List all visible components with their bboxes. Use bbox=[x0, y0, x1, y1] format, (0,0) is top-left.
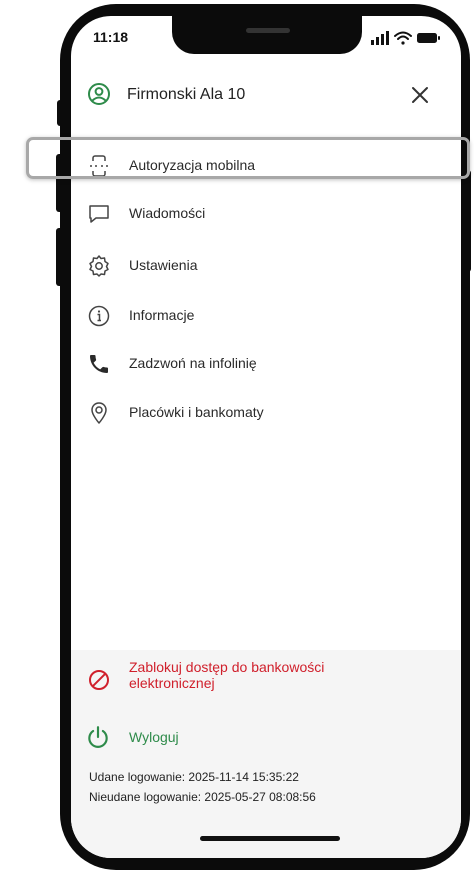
menu-item-label: Zadzwoń na infolinię bbox=[129, 355, 257, 371]
close-icon[interactable] bbox=[410, 85, 430, 105]
wifi-icon bbox=[394, 31, 412, 45]
notch bbox=[172, 16, 362, 54]
menu-item-settings[interactable]: Ustawienia bbox=[71, 244, 461, 288]
home-indicator[interactable] bbox=[200, 836, 340, 841]
info-icon bbox=[88, 305, 110, 327]
menu-item-label: Informacje bbox=[129, 307, 195, 323]
status-icons bbox=[371, 31, 440, 45]
menu-item-label: Placówki i bankomaty bbox=[129, 404, 264, 420]
highlight-frame bbox=[26, 137, 470, 179]
login-info: Udane logowanie: 2025-11-14 15:35:22 Nie… bbox=[71, 762, 461, 858]
speaker bbox=[246, 28, 290, 33]
signal-icon bbox=[371, 31, 389, 45]
phone-icon bbox=[90, 355, 108, 373]
message-icon bbox=[89, 205, 109, 223]
last-failed-login: Nieudane logowanie: 2025-05-27 08:08:56 bbox=[89, 790, 316, 804]
menu-item-call-hotline[interactable]: Zadzwoń na infolinię bbox=[71, 342, 461, 386]
menu-item-branches-atms[interactable]: Placówki i bankomaty bbox=[71, 391, 461, 435]
menu-item-messages[interactable]: Wiadomości bbox=[71, 192, 461, 236]
menu-item-label: Ustawienia bbox=[129, 257, 198, 273]
status-time: 11:18 bbox=[93, 29, 129, 45]
logout-label: Wyloguj bbox=[129, 729, 179, 745]
user-circle-icon bbox=[88, 83, 110, 105]
user-name: Firmonski Ala 10 bbox=[127, 86, 246, 103]
gear-icon bbox=[89, 255, 109, 277]
menu-item-information[interactable]: Informacje bbox=[71, 294, 461, 338]
block-access-button[interactable]: Zablokuj dostęp do bankowości elektronic… bbox=[71, 650, 461, 712]
location-pin-icon bbox=[91, 402, 107, 424]
block-icon bbox=[89, 670, 109, 690]
last-successful-login: Udane logowanie: 2025-11-14 15:35:22 bbox=[89, 770, 299, 784]
power-icon bbox=[88, 726, 108, 748]
block-access-label: Zablokuj dostęp do bankowości elektronic… bbox=[129, 659, 325, 691]
menu-item-label: Wiadomości bbox=[129, 205, 206, 221]
battery-icon bbox=[417, 33, 440, 43]
logout-button[interactable]: Wyloguj bbox=[71, 712, 461, 762]
